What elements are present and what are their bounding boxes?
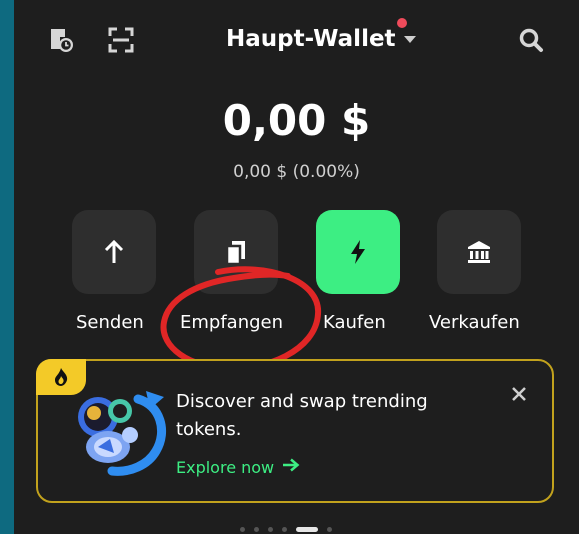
- pager-dot[interactable]: [254, 527, 259, 532]
- copy-icon: [225, 241, 245, 265]
- lightning-icon: [351, 240, 365, 264]
- history-icon[interactable]: [46, 25, 76, 55]
- close-icon[interactable]: [508, 383, 530, 405]
- send-button[interactable]: [72, 210, 156, 294]
- promo-card[interactable]: Discover and swap trending tokens. Explo…: [36, 359, 554, 503]
- explore-now-link[interactable]: Explore now: [176, 457, 300, 477]
- pager-dot[interactable]: [268, 527, 273, 532]
- promo-title: Discover and swap trending tokens.: [176, 391, 428, 440]
- sell-button[interactable]: [437, 210, 521, 294]
- receive-label[interactable]: Empfangen: [180, 312, 283, 333]
- wallet-screen: Haupt-Wallet 0,00 $ 0,00 $ (0.00%) Sende…: [14, 0, 579, 534]
- carousel-pager: [240, 527, 332, 532]
- scan-icon[interactable]: [106, 25, 136, 55]
- pager-dot[interactable]: [327, 527, 332, 532]
- sell-label[interactable]: Verkaufen: [429, 312, 520, 333]
- wallet-title: Haupt-Wallet: [226, 26, 396, 52]
- receive-button[interactable]: [194, 210, 278, 294]
- notification-dot: [397, 18, 407, 28]
- top-bar: Haupt-Wallet: [14, 0, 579, 82]
- buy-button[interactable]: [316, 210, 400, 294]
- balance-change: 0,00 $ (0.00%): [233, 162, 360, 182]
- search-icon[interactable]: [516, 25, 546, 55]
- tokens-illustration: [78, 391, 167, 476]
- bank-icon: [468, 241, 490, 263]
- wallet-selector[interactable]: Haupt-Wallet: [226, 26, 416, 52]
- explore-now-label: Explore now: [176, 457, 275, 477]
- buy-label[interactable]: Kaufen: [323, 312, 386, 333]
- pager-dot[interactable]: [240, 527, 245, 532]
- chevron-down-icon: [403, 35, 416, 43]
- pager-dot-active[interactable]: [296, 527, 318, 532]
- pager-dot[interactable]: [282, 527, 287, 532]
- balance-amount: 0,00 $: [222, 96, 371, 145]
- send-label[interactable]: Senden: [76, 312, 144, 333]
- arrow-up-icon: [104, 239, 124, 263]
- arrow-right-icon: [282, 457, 300, 477]
